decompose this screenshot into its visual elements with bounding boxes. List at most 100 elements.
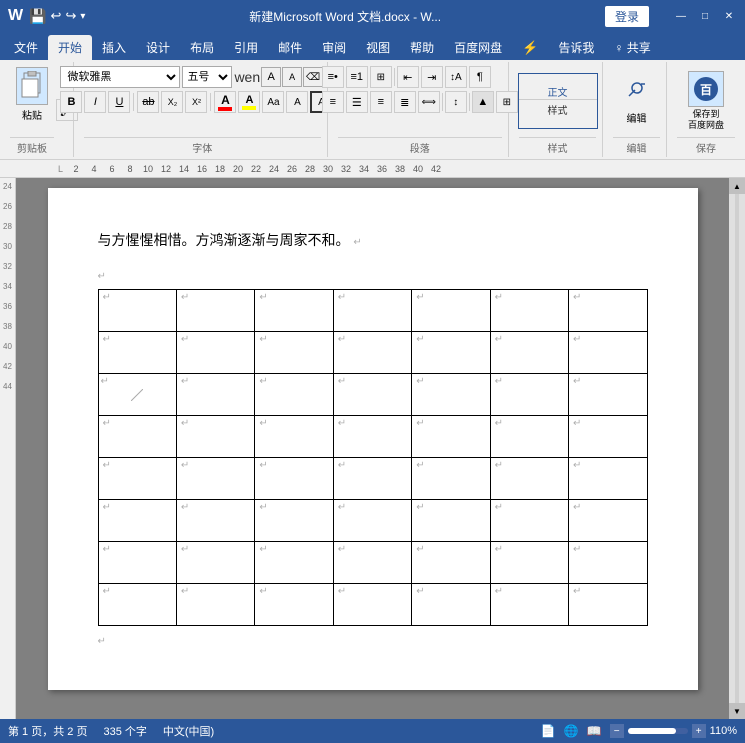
quick-save-icon[interactable]: 💾 [29, 8, 46, 25]
bold-button[interactable]: B [60, 91, 82, 113]
font-shrink-button[interactable]: A [282, 67, 302, 87]
tab-tellme[interactable]: 告诉我 [548, 35, 604, 60]
tab-baidu[interactable]: 百度网盘 [444, 35, 512, 60]
tab-home[interactable]: 开始 [48, 35, 92, 60]
align-right-button[interactable]: ≡ [370, 91, 392, 113]
table-cell[interactable]: ↵ [98, 458, 176, 500]
table-cell[interactable]: ↵ [333, 374, 411, 416]
table-cell[interactable]: ↵ [490, 542, 568, 584]
login-button[interactable]: 登录 [605, 6, 649, 27]
table-cell[interactable]: ↵ [98, 542, 176, 584]
table-cell[interactable]: ↵ [333, 500, 411, 542]
table-cell[interactable]: ↵ [569, 542, 647, 584]
align-left-button[interactable]: ≡ [322, 91, 344, 113]
table-cell[interactable]: ↵ [412, 374, 490, 416]
minimize-button[interactable]: — [673, 8, 689, 24]
table-cell[interactable]: ↵ [98, 290, 176, 332]
tab-help[interactable]: 帮助 [400, 35, 444, 60]
font-grow-button[interactable]: A [261, 67, 281, 87]
view-mode-read-icon[interactable]: 📖 [587, 724, 602, 738]
table-cell[interactable]: ↵ [98, 500, 176, 542]
table-cell[interactable]: ↵ [98, 332, 176, 374]
table-cell[interactable]: ↵ [569, 416, 647, 458]
table-cell[interactable]: ↵ [569, 332, 647, 374]
zoom-out-button[interactable]: − [610, 724, 624, 738]
font-size-select[interactable]: 五号 [182, 66, 232, 88]
table-cell[interactable]: ↵ [255, 416, 333, 458]
table-cell[interactable]: ↵ [490, 374, 568, 416]
tab-design[interactable]: 设计 [136, 35, 180, 60]
scroll-track[interactable] [735, 194, 739, 703]
table-cell[interactable]: ↵ [569, 500, 647, 542]
document-area[interactable]: 与方惺惺相惜。方鸿渐逐渐与周家不和。 ↵ ↵ ↵ ↵ ↵ ↵ ↵ ↵ ↵ [16, 178, 729, 719]
case-button[interactable]: Aa [262, 91, 284, 113]
vertical-scrollbar[interactable]: ▲ ▼ [729, 178, 745, 719]
table-cell[interactable]: ↵ [412, 458, 490, 500]
underline-button[interactable]: U [108, 91, 130, 113]
strikethrough-button[interactable]: ab [137, 91, 159, 113]
table-cell[interactable]: ↵ [490, 584, 568, 626]
multilevel-list-button[interactable]: ⊞ [370, 66, 392, 88]
line-spacing-button[interactable]: ↕ [445, 91, 467, 113]
table-cell[interactable]: ↵ [176, 416, 254, 458]
table-cell[interactable]: ↵ [176, 290, 254, 332]
quick-redo-icon[interactable]: ↪ [65, 8, 76, 24]
table-cell[interactable]: ↵ [255, 584, 333, 626]
table-cell[interactable]: ↵ [333, 416, 411, 458]
increase-indent-button[interactable]: ⇥ [421, 66, 443, 88]
table-cell[interactable]: ↵ [412, 542, 490, 584]
tab-flash[interactable]: ⚡ [512, 36, 548, 60]
view-mode-web-icon[interactable]: 🌐 [564, 724, 579, 738]
table-cell[interactable]: ↵ [412, 500, 490, 542]
table-cell[interactable]: ↵ [333, 542, 411, 584]
table-cell[interactable]: ↵ [412, 584, 490, 626]
shading-button[interactable]: ▲ [472, 91, 494, 113]
tab-review[interactable]: 审阅 [312, 35, 356, 60]
table-cell[interactable]: ↵ [255, 290, 333, 332]
style-gallery[interactable]: 正文 样式 [518, 73, 598, 129]
tab-share[interactable]: ♀ 共享 [604, 35, 660, 60]
subscript-button[interactable]: X₂ [161, 91, 183, 113]
table-cell[interactable]: ↵ [255, 542, 333, 584]
scroll-down-button[interactable]: ▼ [729, 703, 745, 719]
justify-button[interactable]: ≣ [394, 91, 416, 113]
table-cell[interactable]: ↵ [255, 500, 333, 542]
table-cell[interactable]: ↵ [176, 584, 254, 626]
tab-layout[interactable]: 布局 [180, 35, 224, 60]
close-button[interactable]: ✕ [721, 8, 737, 24]
font-color-button[interactable]: A [214, 91, 236, 113]
show-formatting-button[interactable]: ¶ [469, 66, 491, 88]
table-cell[interactable]: ↵ [176, 374, 254, 416]
table-cell[interactable]: ↵ [333, 584, 411, 626]
align-center-button[interactable]: ☰ [346, 91, 368, 113]
table-cell[interactable]: ↵ [569, 584, 647, 626]
tab-file[interactable]: 文件 [4, 35, 48, 60]
sort-button[interactable]: ↕A [445, 66, 467, 88]
tab-reference[interactable]: 引用 [224, 35, 268, 60]
table-cell[interactable]: ↵ [569, 374, 647, 416]
view-mode-print-icon[interactable]: 📄 [541, 724, 556, 738]
italic-button[interactable]: I [84, 91, 106, 113]
save-baidu-button[interactable]: 百 保存到百度网盘 [676, 71, 736, 131]
paste-button[interactable]: 粘贴 [10, 64, 54, 124]
scroll-up-button[interactable]: ▲ [729, 178, 745, 194]
zoom-slider[interactable] [628, 728, 688, 734]
table-cell[interactable]: ↵ [176, 458, 254, 500]
maximize-button[interactable]: □ [697, 8, 713, 24]
justify-dist-button[interactable]: ⟺ [418, 91, 440, 113]
numbering-button[interactable]: ≡1 [346, 66, 368, 88]
decrease-indent-button[interactable]: ⇤ [397, 66, 419, 88]
tab-mail[interactable]: 邮件 [268, 35, 312, 60]
editing-button[interactable]: 编辑 [615, 71, 659, 131]
table-cell[interactable]: ↵ [98, 374, 176, 416]
table-cell[interactable]: ↵ [490, 332, 568, 374]
table-cell[interactable]: ↵ [176, 500, 254, 542]
zoom-in-button[interactable]: + [692, 724, 706, 738]
table-cell[interactable]: ↵ [255, 374, 333, 416]
table-cell[interactable]: ↵ [98, 584, 176, 626]
table-cell[interactable]: ↵ [176, 542, 254, 584]
tab-view[interactable]: 视图 [356, 35, 400, 60]
bullets-button[interactable]: ≡• [322, 66, 344, 88]
table-cell[interactable]: ↵ [333, 332, 411, 374]
font-name-select[interactable]: 微软雅黑 [60, 66, 180, 88]
